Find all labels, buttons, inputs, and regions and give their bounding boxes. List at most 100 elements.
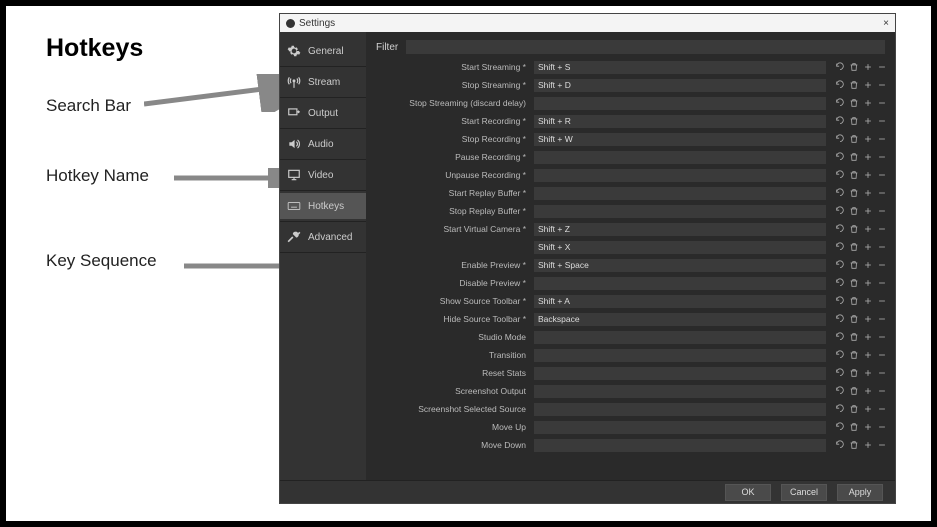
plus-icon[interactable]	[862, 80, 873, 91]
undo-icon[interactable]	[834, 152, 845, 163]
hotkey-input[interactable]	[534, 115, 826, 128]
apply-button[interactable]: Apply	[837, 484, 883, 501]
minus-icon[interactable]	[876, 278, 887, 289]
undo-icon[interactable]	[834, 278, 845, 289]
hotkey-input[interactable]	[534, 331, 826, 344]
hotkey-input[interactable]	[534, 61, 826, 74]
undo-icon[interactable]	[834, 116, 845, 127]
minus-icon[interactable]	[876, 98, 887, 109]
minus-icon[interactable]	[876, 116, 887, 127]
sidebar-item-advanced[interactable]: Advanced	[280, 224, 366, 250]
trash-icon[interactable]	[848, 62, 859, 73]
plus-icon[interactable]	[862, 404, 873, 415]
trash-icon[interactable]	[848, 242, 859, 253]
plus-icon[interactable]	[862, 152, 873, 163]
trash-icon[interactable]	[848, 278, 859, 289]
plus-icon[interactable]	[862, 224, 873, 235]
trash-icon[interactable]	[848, 422, 859, 433]
trash-icon[interactable]	[848, 314, 859, 325]
undo-icon[interactable]	[834, 170, 845, 181]
minus-icon[interactable]	[876, 224, 887, 235]
hotkey-input[interactable]	[534, 133, 826, 146]
sidebar-item-audio[interactable]: Audio	[280, 131, 366, 157]
hotkey-input[interactable]	[534, 259, 826, 272]
trash-icon[interactable]	[848, 386, 859, 397]
hotkey-input[interactable]	[534, 421, 826, 434]
hotkey-input[interactable]	[534, 151, 826, 164]
undo-icon[interactable]	[834, 350, 845, 361]
hotkey-input[interactable]	[534, 169, 826, 182]
plus-icon[interactable]	[862, 314, 873, 325]
ok-button[interactable]: OK	[725, 484, 771, 501]
hotkey-input[interactable]	[534, 79, 826, 92]
hotkey-input[interactable]	[534, 205, 826, 218]
plus-icon[interactable]	[862, 296, 873, 307]
plus-icon[interactable]	[862, 278, 873, 289]
trash-icon[interactable]	[848, 188, 859, 199]
plus-icon[interactable]	[862, 116, 873, 127]
minus-icon[interactable]	[876, 206, 887, 217]
trash-icon[interactable]	[848, 152, 859, 163]
undo-icon[interactable]	[834, 314, 845, 325]
hotkey-input[interactable]	[534, 187, 826, 200]
trash-icon[interactable]	[848, 404, 859, 415]
cancel-button[interactable]: Cancel	[781, 484, 827, 501]
undo-icon[interactable]	[834, 440, 845, 451]
undo-icon[interactable]	[834, 386, 845, 397]
trash-icon[interactable]	[848, 296, 859, 307]
minus-icon[interactable]	[876, 368, 887, 379]
plus-icon[interactable]	[862, 242, 873, 253]
close-button[interactable]: ×	[883, 18, 889, 29]
trash-icon[interactable]	[848, 116, 859, 127]
undo-icon[interactable]	[834, 368, 845, 379]
trash-icon[interactable]	[848, 98, 859, 109]
undo-icon[interactable]	[834, 224, 845, 235]
hotkey-input[interactable]	[534, 295, 826, 308]
sidebar-item-hotkeys[interactable]: Hotkeys	[280, 193, 366, 219]
minus-icon[interactable]	[876, 62, 887, 73]
plus-icon[interactable]	[862, 62, 873, 73]
trash-icon[interactable]	[848, 332, 859, 343]
plus-icon[interactable]	[862, 188, 873, 199]
minus-icon[interactable]	[876, 242, 887, 253]
plus-icon[interactable]	[862, 386, 873, 397]
minus-icon[interactable]	[876, 386, 887, 397]
plus-icon[interactable]	[862, 260, 873, 271]
hotkey-input[interactable]	[534, 439, 826, 452]
hotkey-input[interactable]	[534, 97, 826, 110]
minus-icon[interactable]	[876, 332, 887, 343]
minus-icon[interactable]	[876, 350, 887, 361]
minus-icon[interactable]	[876, 170, 887, 181]
minus-icon[interactable]	[876, 404, 887, 415]
minus-icon[interactable]	[876, 440, 887, 451]
minus-icon[interactable]	[876, 314, 887, 325]
plus-icon[interactable]	[862, 350, 873, 361]
trash-icon[interactable]	[848, 368, 859, 379]
undo-icon[interactable]	[834, 62, 845, 73]
plus-icon[interactable]	[862, 422, 873, 433]
sidebar-item-general[interactable]: General	[280, 38, 366, 64]
minus-icon[interactable]	[876, 152, 887, 163]
undo-icon[interactable]	[834, 296, 845, 307]
hotkey-input[interactable]	[534, 313, 826, 326]
undo-icon[interactable]	[834, 80, 845, 91]
undo-icon[interactable]	[834, 242, 845, 253]
trash-icon[interactable]	[848, 260, 859, 271]
trash-icon[interactable]	[848, 224, 859, 235]
hotkey-input[interactable]	[534, 223, 826, 236]
trash-icon[interactable]	[848, 440, 859, 451]
undo-icon[interactable]	[834, 260, 845, 271]
hotkey-input[interactable]	[534, 277, 826, 290]
sidebar-item-output[interactable]: Output	[280, 100, 366, 126]
minus-icon[interactable]	[876, 188, 887, 199]
undo-icon[interactable]	[834, 98, 845, 109]
trash-icon[interactable]	[848, 206, 859, 217]
sidebar-item-stream[interactable]: Stream	[280, 69, 366, 95]
minus-icon[interactable]	[876, 422, 887, 433]
plus-icon[interactable]	[862, 440, 873, 451]
hotkey-input[interactable]	[534, 367, 826, 380]
undo-icon[interactable]	[834, 134, 845, 145]
trash-icon[interactable]	[848, 350, 859, 361]
plus-icon[interactable]	[862, 368, 873, 379]
minus-icon[interactable]	[876, 134, 887, 145]
